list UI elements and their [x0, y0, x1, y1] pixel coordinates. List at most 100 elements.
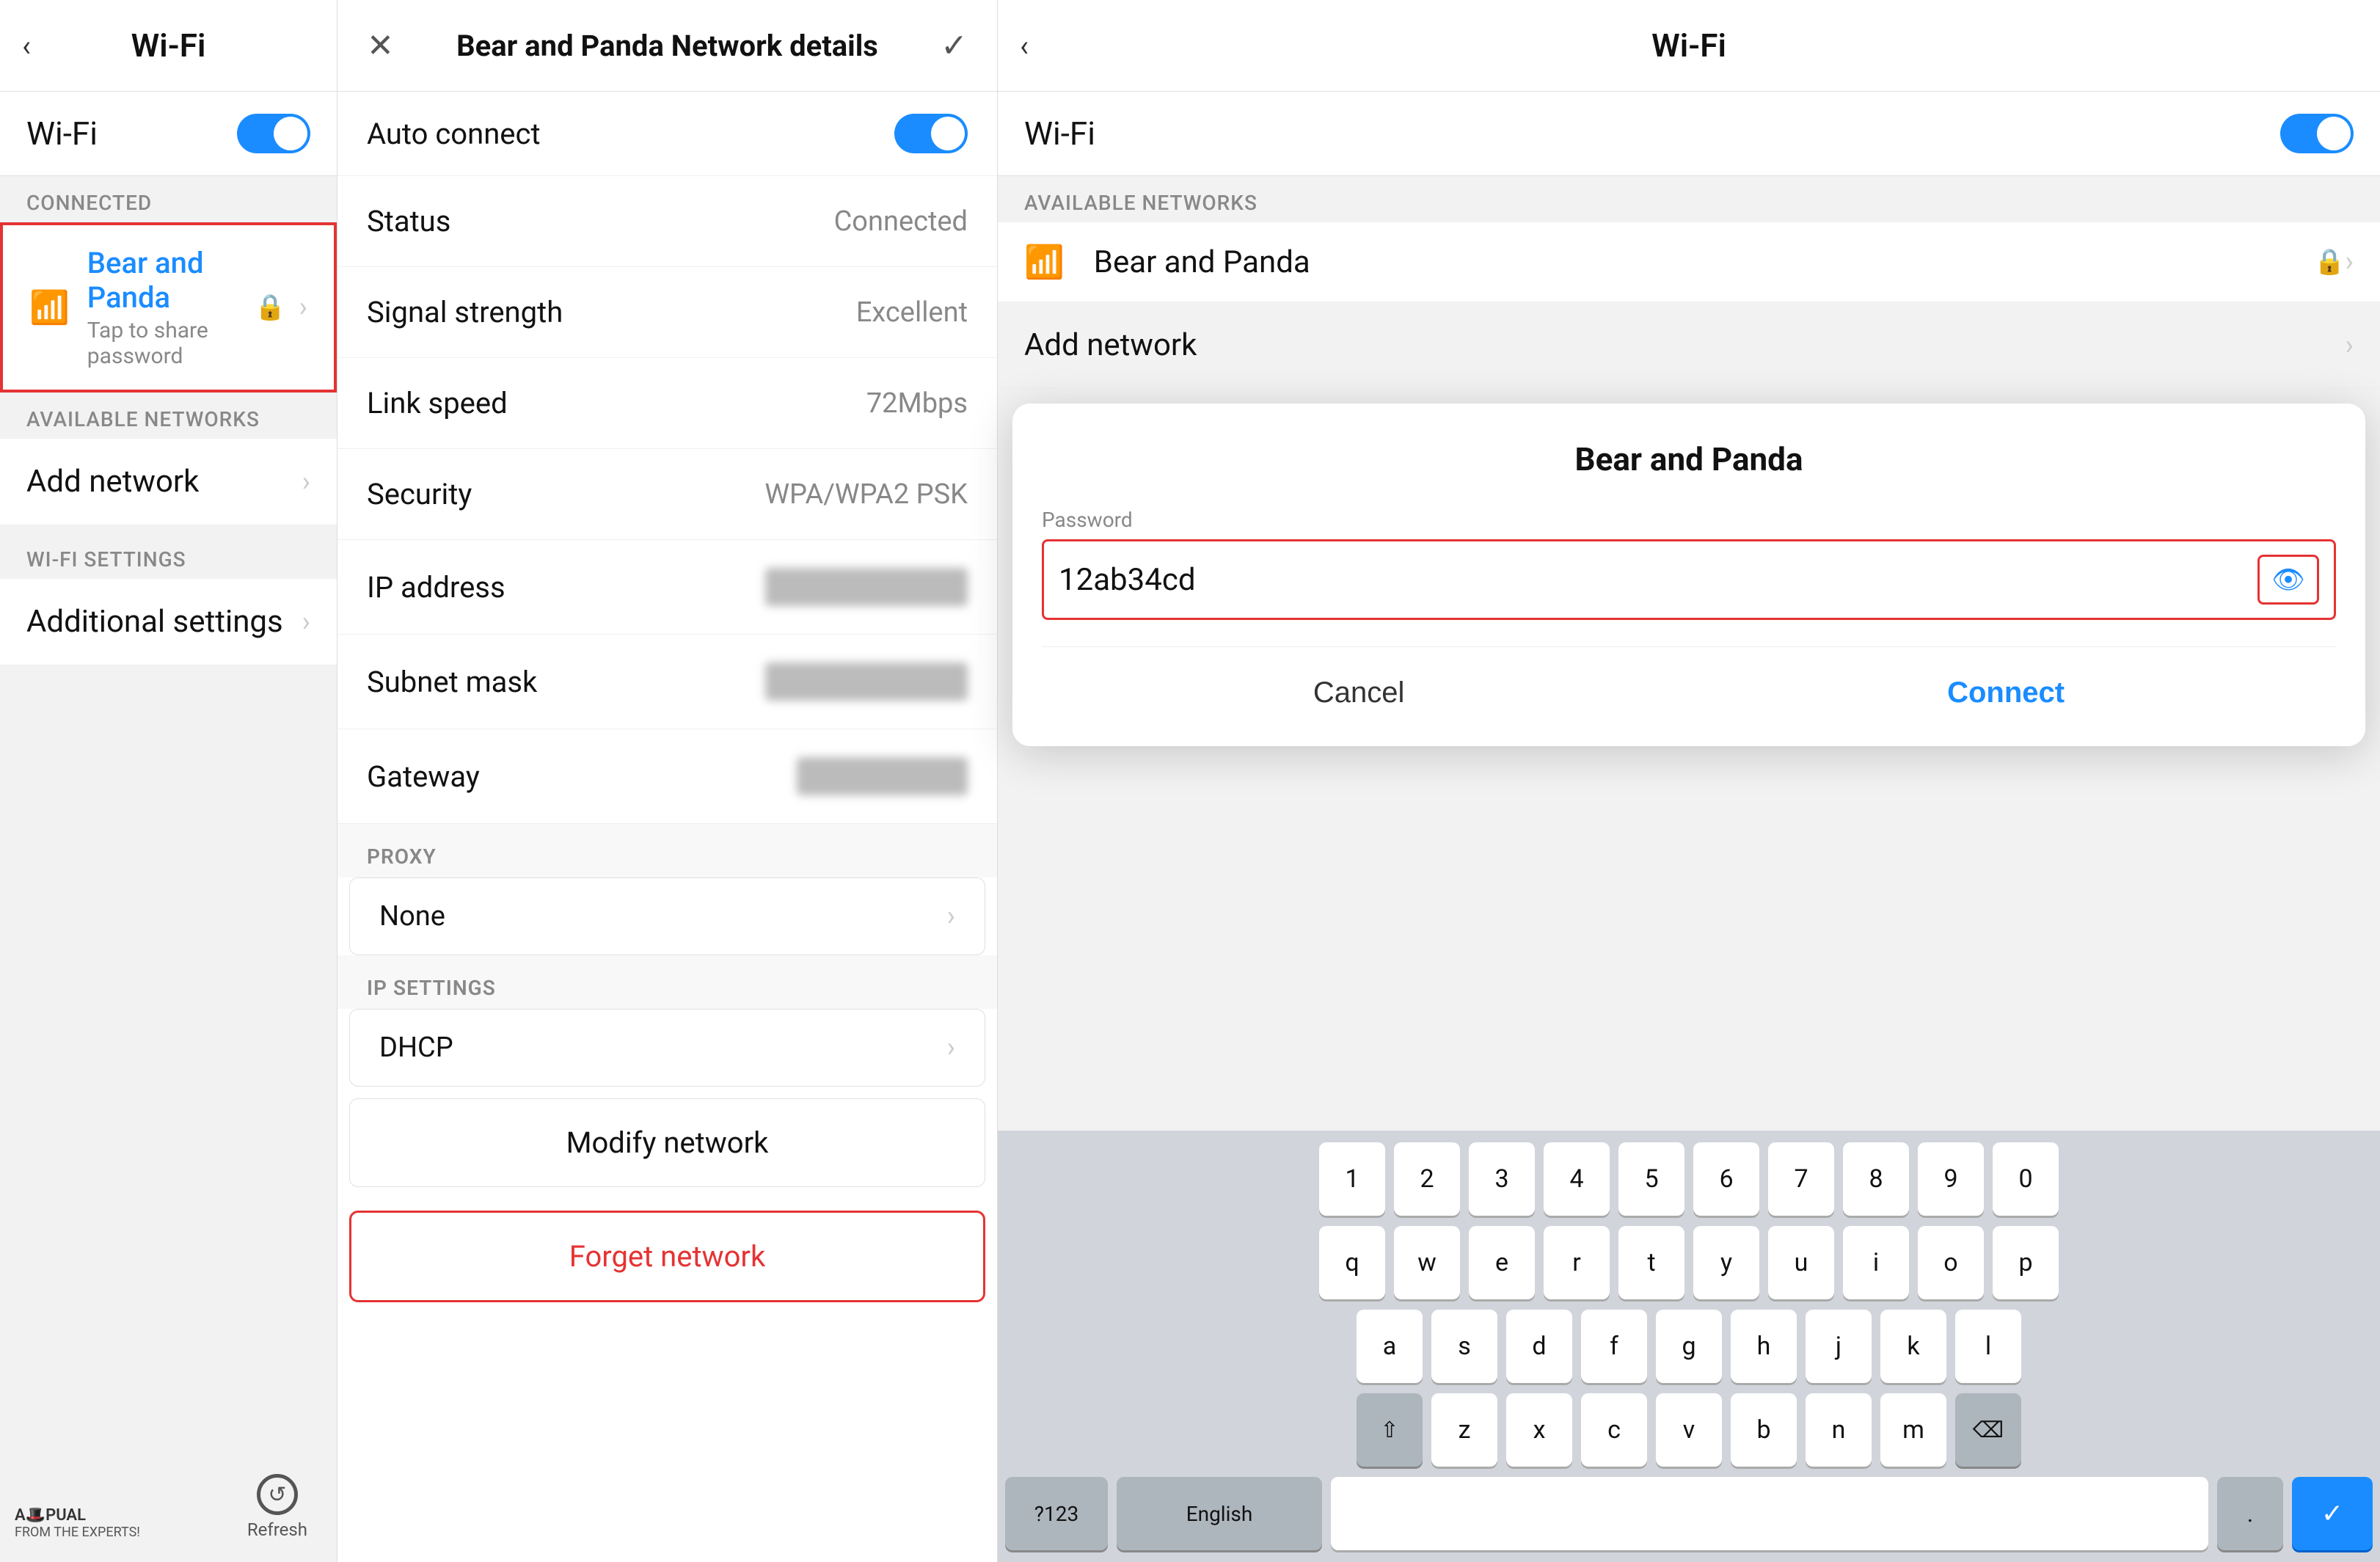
key-backspace[interactable]: ⌫ [1955, 1393, 2021, 1467]
ip-label: IP address [367, 570, 505, 605]
right-network-row[interactable]: 📶 Bear and Panda 🔒 › [998, 222, 2380, 302]
key-s[interactable]: s [1431, 1310, 1497, 1383]
refresh-label: Refresh [247, 1519, 307, 1540]
key-l[interactable]: l [1955, 1310, 2021, 1383]
connect-button[interactable]: Connect [1918, 669, 2094, 717]
right-wifi-icon: 📶 [1024, 243, 1065, 281]
keyboard-row-qwerty: q w e r t y u i o p [1005, 1226, 2373, 1299]
keyboard-bottom-row: ?123 English . ✓ [1005, 1477, 2373, 1550]
key-0[interactable]: 0 [1993, 1142, 2059, 1216]
eye-icon[interactable]: 👁 [2271, 564, 2305, 595]
key-k[interactable]: k [1880, 1310, 1946, 1383]
available-section-label: AVAILABLE NETWORKS [0, 393, 337, 439]
key-enter[interactable]: ✓ [2292, 1477, 2373, 1550]
forget-network-button[interactable]: Forget network [349, 1211, 985, 1302]
security-label: Security [367, 477, 472, 511]
right-lock-icon: 🔒 [2314, 247, 2345, 277]
ip-value: 192.168.1.100 [765, 568, 968, 606]
subnet-value: 255.255.255.0 [765, 663, 968, 701]
right-wifi-toggle[interactable] [2280, 114, 2354, 153]
key-2[interactable]: 2 [1394, 1142, 1460, 1216]
key-5[interactable]: 5 [1618, 1142, 1684, 1216]
modify-network-button[interactable]: Modify network [349, 1098, 985, 1187]
key-x[interactable]: x [1506, 1393, 1572, 1467]
close-icon[interactable]: ✕ [367, 26, 394, 65]
subnet-row: Subnet mask 255.255.255.0 [337, 635, 997, 729]
key-d[interactable]: d [1506, 1310, 1572, 1383]
right-add-network-row[interactable]: Add network › [998, 302, 2380, 389]
signal-value: Excellent [856, 296, 968, 329]
key-123[interactable]: ?123 [1005, 1477, 1108, 1550]
gateway-row: Gateway 192.168.1.1 [337, 729, 997, 824]
left-header: ‹ Wi-Fi [0, 0, 337, 92]
right-title: Wi-Fi [1651, 26, 1726, 65]
dialog-title: Bear and Panda [1042, 440, 2336, 478]
key-shift[interactable]: ⇧ [1357, 1393, 1423, 1467]
wifi-toggle-row: Wi-Fi [0, 92, 337, 176]
refresh-icon[interactable]: ↺ [257, 1474, 298, 1515]
key-a[interactable]: a [1357, 1310, 1423, 1383]
lock-icon: 🔒 [255, 293, 285, 322]
key-z[interactable]: z [1431, 1393, 1497, 1467]
wifi-settings-section-label: WI-FI SETTINGS [0, 533, 337, 579]
key-p[interactable]: p [1993, 1226, 2059, 1299]
key-8[interactable]: 8 [1843, 1142, 1909, 1216]
check-icon[interactable]: ✓ [941, 26, 968, 65]
middle-title: Bear and Panda Network details [456, 29, 878, 63]
key-b[interactable]: b [1731, 1393, 1797, 1467]
add-network-chevron: › [302, 466, 310, 498]
ip-settings-row[interactable]: DHCP › [349, 1009, 985, 1087]
wifi-label: Wi-Fi [26, 114, 98, 153]
back-icon[interactable]: ‹ [22, 29, 31, 63]
key-w[interactable]: w [1394, 1226, 1460, 1299]
key-n[interactable]: n [1806, 1393, 1872, 1467]
key-3[interactable]: 3 [1469, 1142, 1535, 1216]
proxy-row[interactable]: None › [349, 877, 985, 955]
key-y[interactable]: y [1693, 1226, 1759, 1299]
key-t[interactable]: t [1618, 1226, 1684, 1299]
right-back-icon[interactable]: ‹ [1020, 29, 1029, 63]
refresh-area[interactable]: ↺ Refresh [247, 1474, 307, 1540]
key-f[interactable]: f [1581, 1310, 1647, 1383]
key-r[interactable]: r [1544, 1226, 1610, 1299]
key-v[interactable]: v [1656, 1393, 1722, 1467]
keyboard-row-asdf: a s d f g h j k l [1005, 1310, 2373, 1383]
key-dot[interactable]: . [2217, 1477, 2283, 1550]
right-wifi-label: Wi-Fi [1024, 114, 1095, 153]
key-m[interactable]: m [1880, 1393, 1946, 1467]
key-space[interactable] [1331, 1477, 2208, 1550]
key-j[interactable]: j [1806, 1310, 1872, 1383]
cancel-button[interactable]: Cancel [1284, 669, 1434, 717]
key-language[interactable]: English [1117, 1477, 1322, 1550]
password-dialog: Bear and Panda Password 12ab34cd 👁 Cance… [1012, 404, 2365, 746]
proxy-section-label: PROXY [337, 824, 997, 877]
security-row: Security WPA/WPA2 PSK [337, 449, 997, 540]
logo-text: A🎩PUAL [15, 1506, 140, 1525]
key-u[interactable]: u [1768, 1226, 1834, 1299]
key-h[interactable]: h [1731, 1310, 1797, 1383]
key-4[interactable]: 4 [1544, 1142, 1610, 1216]
key-q[interactable]: q [1319, 1226, 1385, 1299]
additional-settings-row[interactable]: Additional settings › [0, 579, 337, 665]
link-value: 72Mbps [866, 387, 968, 420]
connected-network-row[interactable]: 📶 Bear and Panda Tap to share password 🔒… [0, 222, 337, 393]
password-label: Password [1042, 508, 2336, 532]
key-c[interactable]: c [1581, 1393, 1647, 1467]
logo-area: A🎩PUAL FROM THE EXPERTS! [15, 1506, 140, 1540]
key-7[interactable]: 7 [1768, 1142, 1834, 1216]
key-i[interactable]: i [1843, 1226, 1909, 1299]
eye-icon-box[interactable]: 👁 [2257, 555, 2319, 605]
add-network-row[interactable]: Add network › [0, 439, 337, 525]
key-6[interactable]: 6 [1693, 1142, 1759, 1216]
proxy-label: None [379, 900, 445, 933]
key-o[interactable]: o [1918, 1226, 1984, 1299]
wifi-toggle[interactable] [237, 114, 310, 153]
password-input-row[interactable]: 12ab34cd 👁 [1042, 539, 2336, 620]
dialog-actions: Cancel Connect [1042, 646, 2336, 717]
auto-connect-toggle[interactable] [894, 114, 968, 153]
key-e[interactable]: e [1469, 1226, 1535, 1299]
key-1[interactable]: 1 [1319, 1142, 1385, 1216]
key-g[interactable]: g [1656, 1310, 1722, 1383]
key-9[interactable]: 9 [1918, 1142, 1984, 1216]
keyboard-row-zxcv: ⇧ z x c v b n m ⌫ [1005, 1393, 2373, 1467]
